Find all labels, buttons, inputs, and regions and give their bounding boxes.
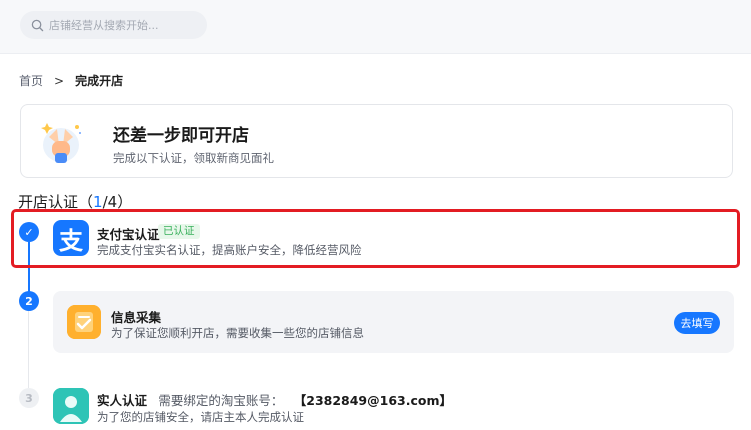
search-input[interactable] — [49, 18, 199, 32]
step-3-title-row: 实人认证 需要绑定的淘宝账号： 【2382849@163.com】 — [97, 390, 452, 409]
fill-in-button[interactable]: 去填写 — [674, 312, 720, 334]
form-icon — [67, 305, 101, 339]
account-label: 需要绑定的淘宝账号： — [158, 393, 284, 408]
celebration-illustration — [41, 123, 81, 163]
timeline-pending-line — [28, 310, 29, 388]
search-box[interactable] — [20, 11, 207, 39]
top-bar — [0, 0, 751, 54]
step-2-card: 信息采集 为了保证您顺利开店，需要收集一些您的店铺信息 去填写 — [53, 291, 734, 353]
breadcrumb-home[interactable]: 首页 — [19, 72, 43, 89]
open-store-banner: 还差一步即可开店 完成以下认证，领取新商见面礼 — [20, 104, 733, 178]
banner-subtitle: 完成以下认证，领取新商见面礼 — [113, 151, 274, 165]
taobao-account: 【2382849@163.com】 — [293, 393, 452, 408]
breadcrumb: 首页 > 完成开店 — [19, 72, 123, 89]
step-3-title: 实人认证 — [97, 393, 148, 408]
banner-title: 还差一步即可开店 — [113, 126, 249, 146]
search-icon — [31, 19, 44, 31]
step-2-desc: 为了保证您顺利开店，需要收集一些您的店铺信息 — [111, 326, 364, 340]
step-3-number: 3 — [19, 388, 39, 408]
breadcrumb-separator: > — [54, 73, 65, 88]
breadcrumb-current: 完成开店 — [75, 74, 124, 88]
person-icon — [53, 388, 89, 424]
step-2-number: 2 — [19, 291, 39, 311]
step-2-title: 信息采集 — [111, 310, 162, 325]
step-3-desc: 为了您的店铺安全，请店主本人完成认证 — [97, 410, 304, 424]
highlight-box — [11, 209, 740, 268]
